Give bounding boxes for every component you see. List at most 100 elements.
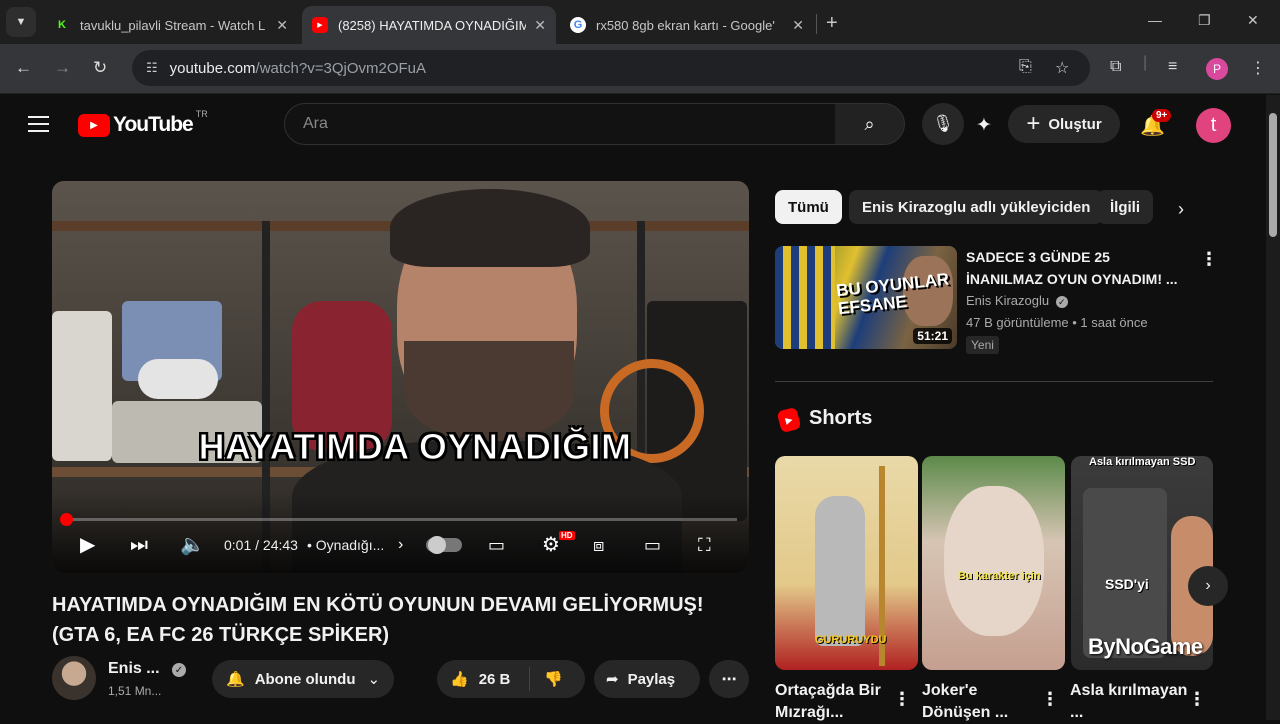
chevron-down-icon: ⌄ [367, 671, 381, 688]
create-button[interactable]: + Oluştur [1008, 105, 1120, 143]
chips-next-chevron-icon[interactable]: › [1178, 199, 1184, 220]
short-overlay-text: GURURUYDU [815, 634, 887, 646]
browser-menu-icon[interactable]: ⋮ [1250, 58, 1266, 78]
subtitles-icon[interactable]: ▭ [488, 534, 505, 556]
video-player[interactable]: HAYATIMDA OYNADIĞIM ▶ ⏭ 🔈 0:01 / 24:43 •… [52, 181, 749, 573]
autoplay-toggle[interactable] [426, 536, 462, 554]
browser-profile-avatar[interactable]: P [1206, 58, 1228, 80]
browser-toolbar: ← → ↻ ☷ youtube.com/watch?v=3QjOvm2OFuA … [0, 44, 1280, 94]
short-card[interactable]: Bu karakter için [922, 456, 1065, 670]
short-overlay-text: Bu karakter için [958, 570, 1041, 582]
share-label: Paylaş [627, 670, 676, 688]
bookmark-star-icon[interactable]: ☆ [1055, 58, 1069, 78]
close-window-button[interactable]: ✕ [1247, 12, 1259, 29]
theater-mode-icon[interactable]: ▭ [644, 534, 661, 556]
google-favicon-icon: G [570, 17, 586, 33]
knight-figure [815, 496, 865, 646]
recommended-channel[interactable]: Enis Kirazoglu ✓ [966, 293, 1068, 308]
new-tab-button[interactable]: + [826, 12, 838, 35]
more-vertical-icon[interactable]: ⋮ [1200, 250, 1218, 268]
next-button[interactable]: ⏭ [130, 534, 148, 556]
miniplayer-icon[interactable]: ⧈ [593, 534, 604, 556]
install-app-icon[interactable]: ⎘ [1019, 58, 1032, 76]
thumbs-up-icon: 👍 [450, 671, 469, 688]
more-vertical-icon[interactable]: ⋮ [1041, 690, 1059, 708]
tab-youtube-video[interactable]: ▶ (8258) HAYATIMDA OYNADIĞIM ✕ [302, 6, 556, 44]
sparkle-chat-icon[interactable]: ✦ [976, 114, 992, 137]
dislike-button[interactable]: 👎 [530, 670, 563, 688]
chip-all[interactable]: Tümü [775, 190, 842, 224]
notification-count-badge: 9+ [1152, 109, 1172, 122]
close-icon[interactable]: ✕ [276, 17, 288, 34]
youtube-logo[interactable]: ▶ YouTube TR [78, 109, 208, 137]
recommended-title[interactable]: SADECE 3 GÜNDE 25 İNANILMAZ OYUN OYNADIM… [966, 246, 1188, 290]
subscribed-button[interactable]: 🔔 Abone olundu ⌄ [212, 660, 394, 698]
short-card[interactable]: GURURUYDU [775, 456, 918, 670]
country-code: TR [195, 109, 208, 119]
search-input[interactable]: Ara [284, 103, 836, 145]
youtube-wordmark: YouTube [113, 113, 194, 136]
browser-tabbar: ▼ K tavuklu_pilavli Stream - Watch L ✕ ▶… [0, 0, 1280, 44]
person-hair [390, 189, 590, 267]
ssd-device [1083, 488, 1167, 658]
search-icon: ⌕ [864, 113, 875, 134]
user-avatar[interactable]: t [1196, 108, 1231, 143]
close-icon[interactable]: ✕ [792, 17, 804, 34]
play-button[interactable]: ▶ [80, 534, 95, 556]
more-vertical-icon[interactable]: ⋮ [893, 690, 911, 708]
page-scrollbar[interactable] [1266, 95, 1280, 720]
like-count: 26 B [478, 670, 511, 688]
more-actions-button[interactable]: ⋯ [709, 660, 749, 698]
site-settings-icon[interactable]: ☷ [146, 60, 158, 76]
tab-title: tavuklu_pilavli Stream - Watch L [80, 17, 266, 33]
share-button[interactable]: ➦ Paylaş [594, 660, 700, 698]
chip-from-uploader[interactable]: Enis Kirazoglu adlı yükleyiciden [849, 190, 1104, 224]
fullscreen-icon[interactable]: ⛶ [698, 534, 711, 556]
chapter-chevron-icon[interactable]: › [398, 534, 403, 556]
video-title: HAYATIMDA OYNADIĞIM EN KÖTÜ OYUNUN DEVAM… [52, 594, 704, 646]
chevron-down-icon: ▼ [15, 16, 27, 28]
time-current: 0:01 [224, 537, 252, 553]
address-bar[interactable]: ☷ youtube.com/watch?v=3QjOvm2OFuA [132, 50, 1090, 86]
scrollbar-thumb[interactable] [1269, 113, 1277, 237]
media-control-icon[interactable]: ≡ [1168, 58, 1177, 76]
settings-gear-icon[interactable]: ⚙ [542, 534, 560, 556]
plus-icon: + [1026, 110, 1041, 137]
short-title[interactable]: Ortaçağda Bir Mızrağı... [775, 680, 895, 724]
channel-avatar[interactable] [52, 656, 96, 700]
thumbs-down-icon: 👎 [544, 671, 563, 688]
restore-button[interactable]: ❐ [1198, 12, 1211, 29]
bell-ring-icon: 🔔 [226, 671, 245, 688]
channel-name[interactable]: Enis ... [108, 660, 160, 678]
back-button[interactable]: ← [15, 58, 32, 78]
shorts-heading: Shorts [809, 407, 873, 429]
tab-search-button[interactable]: ▼ [6, 7, 36, 37]
more-vertical-icon[interactable]: ⋮ [1188, 690, 1206, 708]
short-title[interactable]: Asla kırılmayan ... [1070, 680, 1190, 724]
new-badge: Yeni [966, 336, 999, 354]
recommended-channel-name: Enis Kirazoglu [966, 293, 1050, 308]
chapter-title[interactable]: • Oynadığı... [307, 537, 384, 553]
hamburger-menu-icon[interactable] [28, 116, 49, 137]
tab-google-search[interactable]: G rx580 8gb ekran kartı - Google' ✕ [560, 6, 814, 44]
chip-related[interactable]: İlgili [1097, 190, 1153, 224]
like-button[interactable]: 👍 26 B [437, 667, 530, 691]
recommended-thumbnail[interactable]: BU OYUNLAR EFSANE 51:21 [775, 246, 957, 349]
tab-kick-stream[interactable]: K tavuklu_pilavli Stream - Watch L ✕ [44, 6, 298, 44]
reload-button[interactable]: ↻ [93, 58, 107, 78]
shorts-next-button[interactable]: › [1188, 566, 1228, 606]
shorts-logo-icon: ▶ [776, 406, 802, 434]
close-icon[interactable]: ✕ [534, 17, 546, 34]
progress-bar[interactable] [60, 513, 737, 526]
video-duration: 51:21 [913, 328, 952, 344]
short-title[interactable]: Joker'e Dönüşen ... [922, 680, 1042, 724]
forward-button[interactable]: → [54, 58, 71, 78]
more-horizontal-icon: ⋯ [721, 671, 737, 688]
progress-scrubber[interactable] [60, 513, 74, 526]
minimize-button[interactable]: — [1148, 12, 1162, 28]
youtube-favicon-icon: ▶ [312, 17, 328, 33]
volume-icon[interactable]: 🔈 [180, 534, 205, 556]
voice-search-button[interactable]: 🎙 [922, 103, 964, 145]
extensions-icon[interactable]: ⧉ [1110, 58, 1121, 76]
search-button[interactable]: ⌕ [835, 103, 905, 145]
